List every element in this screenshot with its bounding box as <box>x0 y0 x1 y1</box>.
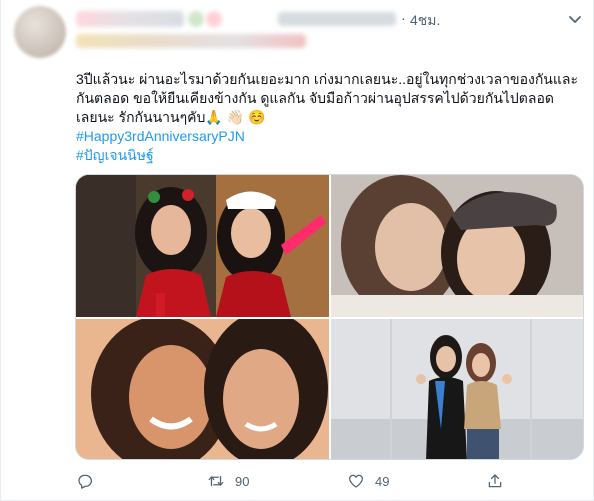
like-count: 49 <box>375 473 390 489</box>
share-button[interactable] <box>486 470 504 492</box>
more-options-button[interactable] <box>564 8 586 30</box>
hashtag-link[interactable]: #Happy3rdAnniversaryPJN <box>76 127 586 146</box>
tweet-header: · 4ชม. <box>76 10 581 32</box>
hashtag-link[interactable]: #ปัญเจนนิษฐ์ <box>76 146 586 165</box>
reply-icon <box>78 474 93 489</box>
tweet-body: 3ปีแล้วนะ ผ่านอะไรมาด้วยกันเยอะมาก เก่งม… <box>76 70 586 165</box>
retweet-count: 90 <box>235 473 250 489</box>
like-button[interactable]: 49 <box>347 470 389 492</box>
author-emoji <box>206 11 222 27</box>
reply-button[interactable] <box>76 470 94 492</box>
heart-icon <box>348 474 364 488</box>
photo-christmas[interactable] <box>76 175 329 317</box>
separator: · <box>401 10 406 26</box>
author-bio <box>76 34 306 48</box>
author-handle[interactable] <box>278 12 396 26</box>
tweet-line: 3ปีแล้วนะ ผ่านอะไรมาด้วยกันเยอะมาก เก่งม… <box>76 71 578 87</box>
media-grid <box>75 174 584 460</box>
tweet-timestamp[interactable]: 4ชม. <box>410 10 440 32</box>
retweet-icon <box>208 475 224 487</box>
photo-hat[interactable] <box>331 175 583 317</box>
retweet-button[interactable]: 90 <box>207 470 249 492</box>
tweet-actions: 90 49 <box>76 470 576 492</box>
tweet-line: กันตลอด ขอให้ยืนเคียงข้างกัน ดูแลกัน จับ… <box>76 90 554 106</box>
author-emoji <box>188 11 204 27</box>
author-name[interactable] <box>76 11 184 27</box>
avatar[interactable] <box>14 6 66 58</box>
chevron-down-icon <box>569 16 581 23</box>
photo-selfie[interactable] <box>76 319 329 459</box>
share-icon <box>488 474 502 488</box>
photo-graduation[interactable] <box>331 319 583 459</box>
tweet-line: เลยนะ รักกันนานๆคับ🙏 👋🏻 ☺️ <box>76 109 266 125</box>
